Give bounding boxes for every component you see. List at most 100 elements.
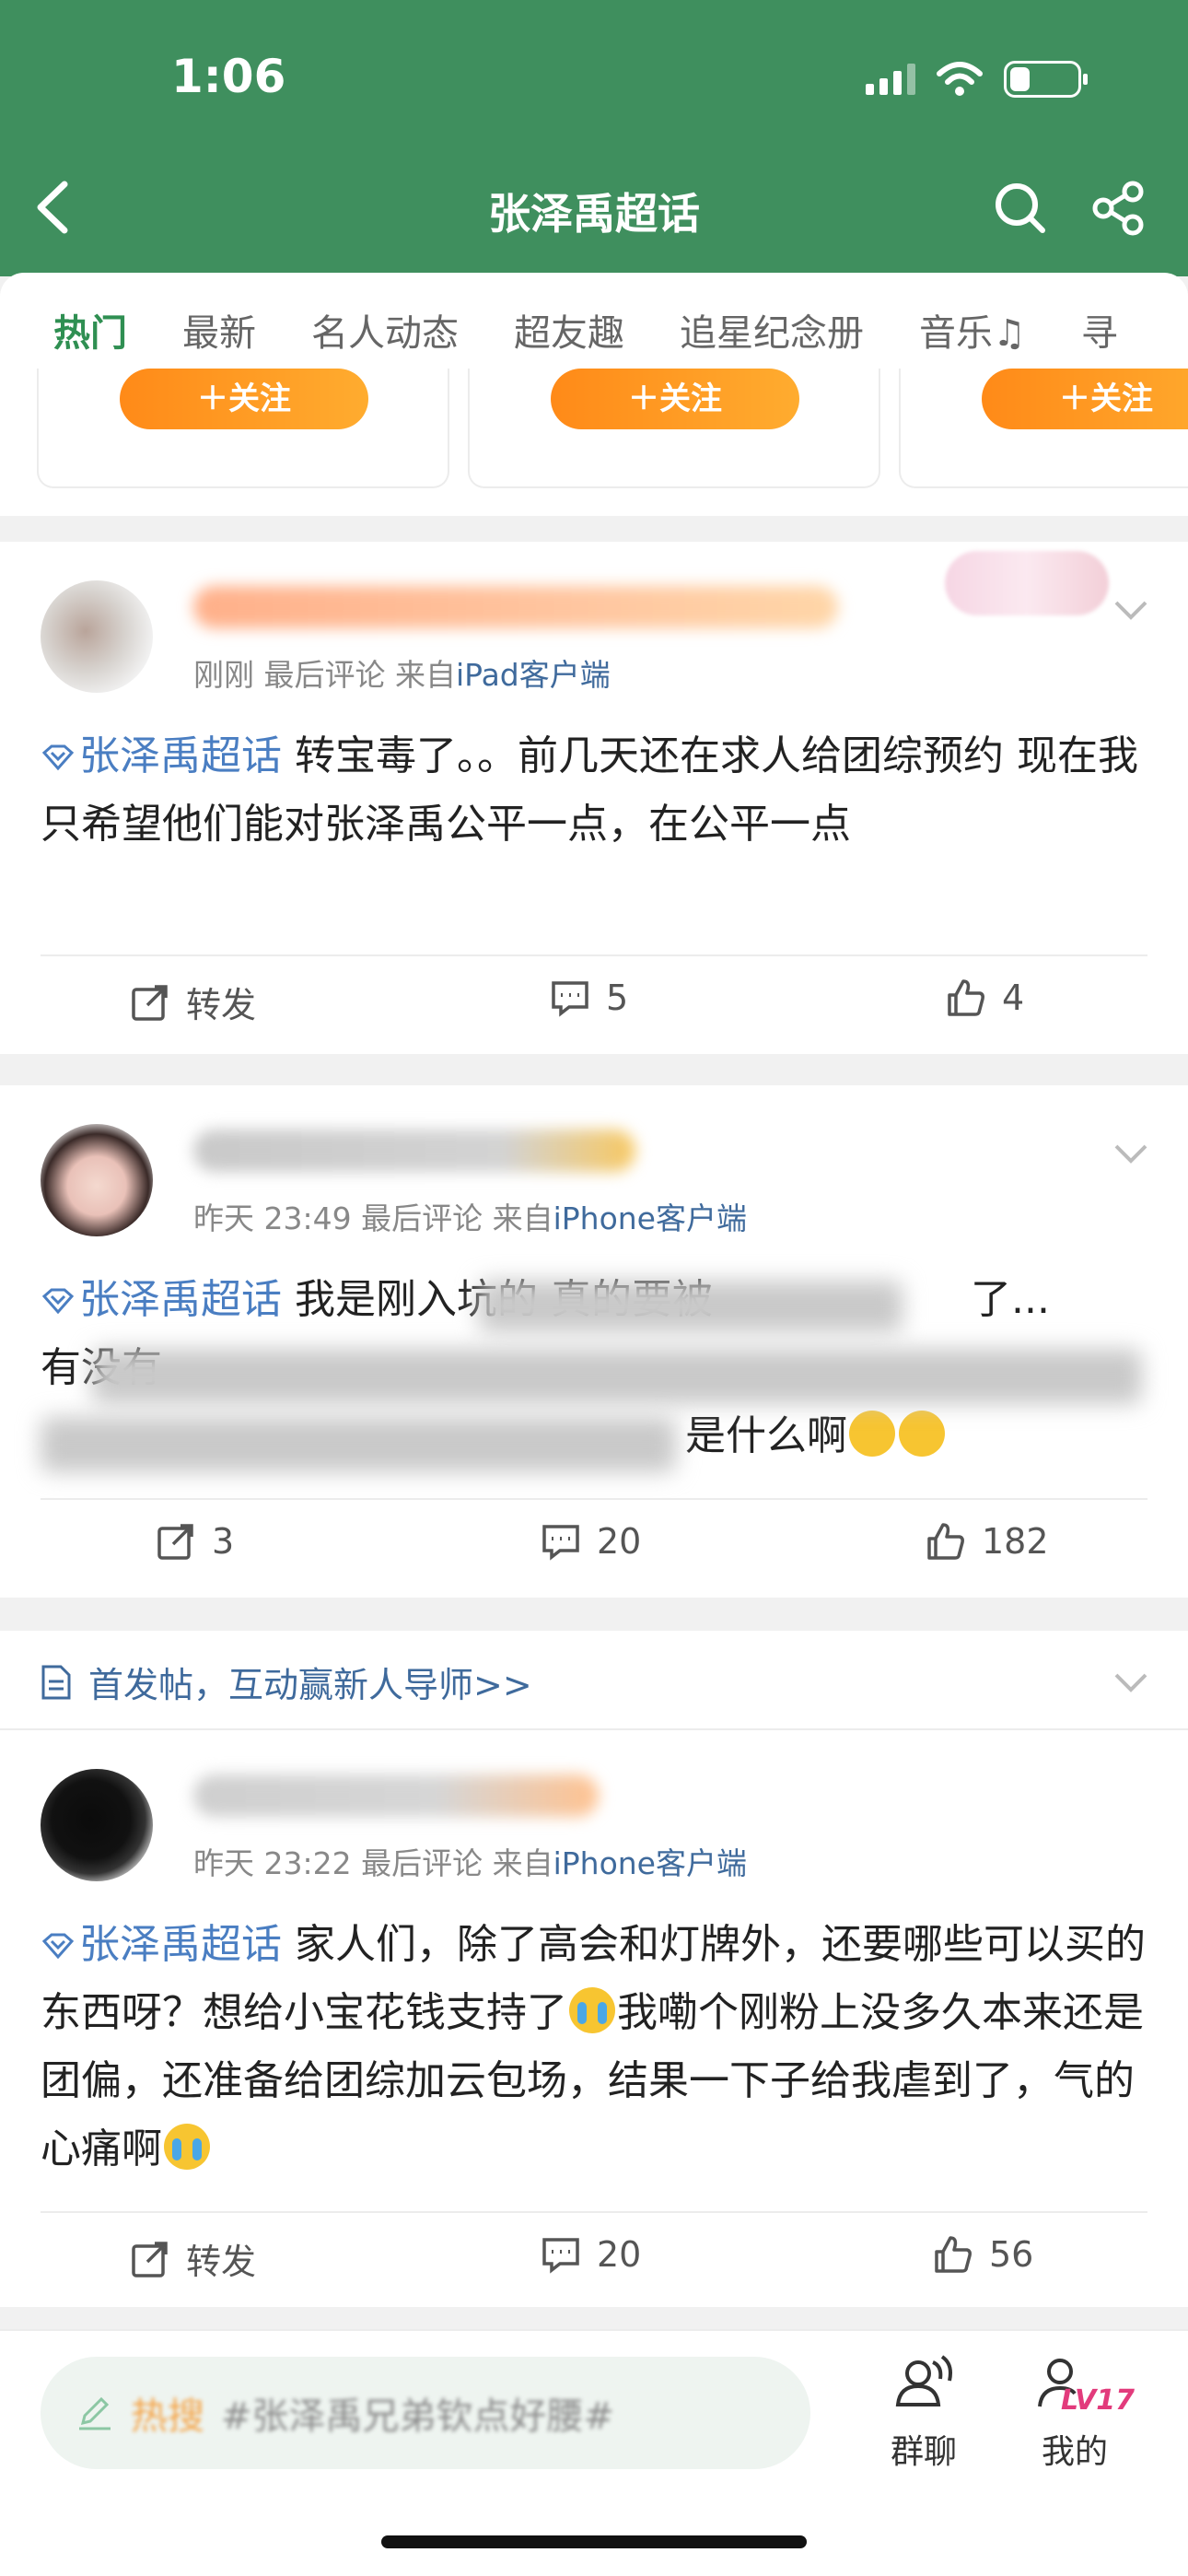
like-button[interactable]: 4 bbox=[945, 977, 1024, 1019]
comment-button[interactable]: 5 bbox=[549, 977, 628, 1019]
post-text: 张泽禹超话 家人们，除了高会和灯牌外，还要哪些可以买的东西呀？想给小宝花钱支持了… bbox=[41, 1911, 1147, 2184]
chevron-down-icon[interactable] bbox=[1112, 599, 1149, 621]
chevron-down-icon[interactable] bbox=[1112, 1671, 1149, 1693]
thumbs-up-icon bbox=[948, 979, 984, 1016]
tab-music[interactable]: 音乐♫ bbox=[919, 303, 1026, 357]
repost-icon bbox=[132, 2241, 168, 2277]
post-card[interactable]: 昨天 23:22 最后评论 来自iPhone客户端 张泽禹超话 家人们，除了高会… bbox=[0, 1730, 1188, 2307]
topic-label: 张泽禹超话 bbox=[79, 1921, 282, 1968]
tab-more[interactable]: 寻 bbox=[1081, 303, 1118, 357]
like-count: 56 bbox=[989, 2234, 1034, 2275]
post-body-part: 了... bbox=[971, 1276, 1050, 1323]
comment-button[interactable]: 20 bbox=[540, 2233, 641, 2276]
like-button[interactable]: 182 bbox=[925, 1520, 1049, 1563]
recommend-card: ＋关注 bbox=[899, 369, 1188, 488]
wifi-icon bbox=[937, 62, 983, 96]
redacted-text bbox=[479, 1281, 903, 1332]
post-action: 最后评论 bbox=[361, 1845, 483, 1881]
chevron-down-icon[interactable] bbox=[1112, 1142, 1149, 1165]
banner-text: 首发帖，互动赢新人导师>> bbox=[88, 1665, 532, 1705]
topic-link[interactable]: 张泽禹超话 bbox=[41, 732, 282, 779]
repost-label: 转发 bbox=[186, 985, 257, 1025]
profile-label: 我的 bbox=[1041, 2433, 1108, 2471]
repost-button[interactable]: 转发 bbox=[129, 977, 256, 1027]
repost-icon bbox=[157, 1524, 193, 1560]
comment-button[interactable]: 20 bbox=[540, 1520, 641, 1563]
post-card[interactable]: 刚刚 最后评论 来自iPad客户端 张泽禹超话 转宝毒了。。前几天还在求人给团综… bbox=[0, 542, 1188, 1054]
post-time: 昨天 23:22 bbox=[193, 1845, 352, 1881]
level-badge: LV17 bbox=[1061, 2384, 1135, 2417]
group-chat-button[interactable]: 群聊 bbox=[864, 2349, 984, 2473]
document-icon bbox=[41, 1665, 71, 1700]
username[interactable] bbox=[193, 1774, 599, 1817]
post-meta: 刚刚 最后评论 来自iPad客户端 bbox=[193, 650, 611, 695]
follow-button[interactable]: ＋关注 bbox=[120, 369, 368, 429]
topic-label: 张泽禹超话 bbox=[79, 1276, 282, 1323]
tab-celebrity-news[interactable]: 名人动态 bbox=[311, 303, 459, 357]
post-actions: 转发 5 4 bbox=[0, 977, 1188, 1032]
search-icon[interactable] bbox=[991, 179, 1050, 238]
post-card[interactable]: 昨天 23:49 最后评论 来自iPhone客户端 张泽禹超话 我是刚入坑的 真… bbox=[0, 1085, 1188, 1598]
tab-fun[interactable]: 超友趣 bbox=[514, 303, 624, 357]
post-meta: 昨天 23:49 最后评论 来自iPhone客户端 bbox=[193, 1194, 747, 1238]
hot-keyword: #张泽禹兄弟钦点好腰# bbox=[221, 2395, 615, 2438]
post-body-part: 是什么啊 bbox=[685, 1412, 847, 1459]
comment-icon bbox=[542, 2238, 579, 2274]
promo-banner[interactable]: 首发帖，互动赢新人导师>> bbox=[0, 1631, 1188, 1730]
tab-hot[interactable]: 热门 bbox=[53, 303, 127, 382]
crying-emoji bbox=[164, 2124, 210, 2170]
crying-emoji bbox=[569, 1987, 615, 2033]
post-time: 刚刚 bbox=[193, 657, 254, 693]
repost-button[interactable]: 3 bbox=[155, 1520, 234, 1563]
avatar[interactable] bbox=[41, 1124, 153, 1236]
topic-link[interactable]: 张泽禹超话 bbox=[41, 1921, 282, 1968]
post-action: 最后评论 bbox=[263, 657, 386, 693]
post-source: iPhone客户端 bbox=[553, 1845, 747, 1881]
comment-icon bbox=[552, 981, 588, 1017]
hot-search-input[interactable]: 热搜 #张泽禹兄弟钦点好腰# bbox=[41, 2357, 810, 2469]
post-source: iPhone客户端 bbox=[553, 1200, 747, 1236]
redacted-text bbox=[92, 1349, 1142, 1404]
sweat-smile-emoji bbox=[899, 1411, 945, 1457]
topic-label: 张泽禹超话 bbox=[79, 732, 282, 779]
follow-button[interactable]: ＋关注 bbox=[551, 369, 799, 429]
thumbs-up-icon bbox=[927, 1523, 964, 1560]
like-count: 182 bbox=[982, 1521, 1049, 1562]
sweat-smile-emoji bbox=[849, 1411, 895, 1457]
divider bbox=[41, 954, 1147, 956]
hot-label: 热搜 bbox=[131, 2395, 204, 2438]
diamond-icon bbox=[41, 1288, 75, 1315]
group-chat-label: 群聊 bbox=[890, 2433, 957, 2471]
comment-count: 20 bbox=[597, 2234, 642, 2275]
signal-icon bbox=[866, 64, 915, 95]
tab-album[interactable]: 追星纪念册 bbox=[680, 303, 864, 357]
redacted-text bbox=[41, 1417, 676, 1472]
username[interactable] bbox=[193, 1130, 635, 1172]
decoration-badge bbox=[945, 551, 1109, 615]
repost-button[interactable]: 转发 bbox=[129, 2233, 256, 2284]
post-actions: 3 20 182 bbox=[0, 1520, 1188, 1575]
comment-icon bbox=[542, 1525, 579, 1561]
avatar[interactable] bbox=[41, 580, 153, 693]
diamond-icon bbox=[41, 1933, 75, 1960]
follow-button[interactable]: ＋关注 bbox=[982, 369, 1188, 429]
repost-label: 转发 bbox=[186, 2242, 257, 2282]
status-icons bbox=[866, 61, 1088, 98]
topic-link[interactable]: 张泽禹超话 bbox=[41, 1276, 282, 1323]
like-button[interactable]: 56 bbox=[932, 2233, 1033, 2276]
comment-count: 20 bbox=[597, 1521, 642, 1562]
pencil-icon bbox=[79, 2396, 111, 2430]
post-from: 来自 bbox=[395, 657, 456, 693]
post-time: 昨天 23:49 bbox=[193, 1200, 352, 1236]
thumbs-up-icon bbox=[935, 2236, 972, 2273]
tab-latest[interactable]: 最新 bbox=[182, 303, 256, 357]
divider bbox=[41, 2211, 1147, 2213]
post-action: 最后评论 bbox=[361, 1200, 483, 1236]
share-icon[interactable] bbox=[1089, 179, 1147, 238]
diamond-icon bbox=[41, 744, 75, 771]
avatar[interactable] bbox=[41, 1769, 153, 1881]
post-meta: 昨天 23:22 最后评论 来自iPhone客户端 bbox=[193, 1839, 747, 1883]
post-actions: 转发 20 56 bbox=[0, 2233, 1188, 2289]
username[interactable] bbox=[193, 586, 838, 628]
recommend-card: ＋关注 bbox=[37, 369, 449, 488]
